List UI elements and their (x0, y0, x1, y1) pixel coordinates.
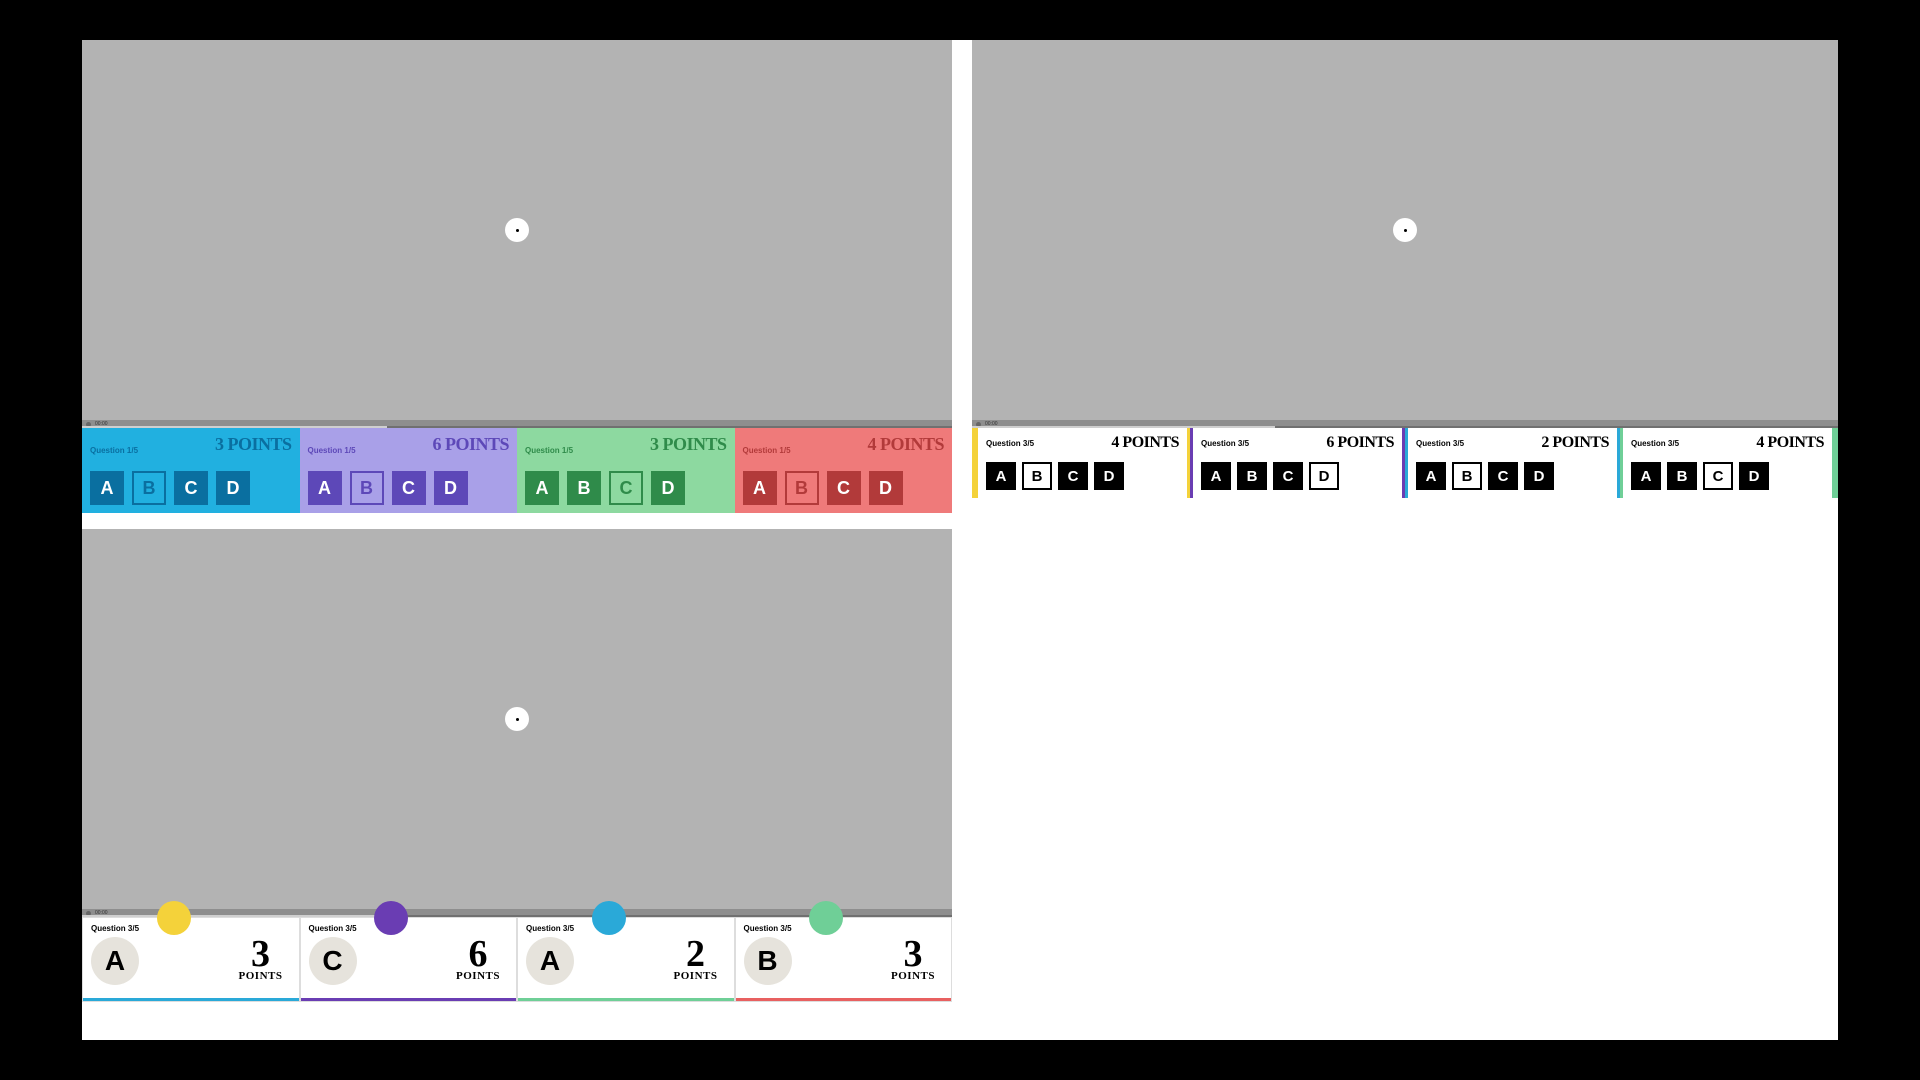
answer-button-a[interactable]: A (90, 471, 124, 505)
points-label: POINTS (239, 970, 283, 982)
points-label: POINTS (674, 970, 718, 982)
player-panels: Question 3/5A3POINTSQuestion 3/5C6POINTS… (82, 917, 952, 1002)
answer-button-a[interactable]: A (308, 471, 342, 505)
player-panel: Question 1/5 3 POINTS ABCD (82, 428, 300, 513)
play-icon[interactable] (505, 218, 529, 242)
video-area[interactable] (82, 529, 952, 909)
selected-answer-chip[interactable]: C (309, 937, 357, 985)
question-label: Question 3/5 (986, 439, 1034, 448)
question-label: Question 3/5 (1631, 439, 1679, 448)
player-panel: Question 3/5C6POINTS (300, 917, 518, 1002)
answer-button-d[interactable]: D (434, 471, 468, 505)
player-panels: Question 1/53 POINTSABCDQuestion 1/56 PO… (82, 428, 952, 513)
answer-button-d[interactable]: D (1524, 462, 1554, 490)
player-panel: Question 3/5B3POINTS (735, 917, 953, 1002)
points-value: 6 (469, 939, 488, 969)
selected-answer-chip[interactable]: A (91, 937, 139, 985)
underline-stripe (301, 998, 517, 1001)
points-label: 3 POINTS (215, 434, 292, 455)
video-area[interactable] (972, 40, 1838, 420)
answer-button-b[interactable]: B (1022, 462, 1052, 490)
answer-button-c[interactable]: C (1703, 462, 1733, 490)
player-panel: Question 1/5 3 POINTS ABCD (517, 428, 735, 513)
player-panels: Question 3/54 POINTSABCDQuestion 3/56 PO… (972, 428, 1838, 498)
question-label: Question 1/5 (743, 446, 791, 455)
points-label: POINTS (891, 970, 935, 982)
progress-bar[interactable] (82, 426, 952, 428)
answer-button-d[interactable]: D (869, 471, 903, 505)
answer-button-b[interactable]: B (1452, 462, 1482, 490)
answer-button-a[interactable]: A (525, 471, 559, 505)
player-panel: Question 3/5 4 POINTS ABCD (1617, 428, 1832, 498)
answer-button-d[interactable]: D (1309, 462, 1339, 490)
video-toolbar[interactable]: 00:00 (82, 420, 952, 428)
player-panel: Question 3/5 4 POINTS ABCD (972, 428, 1187, 498)
points-label: 4 POINTS (1111, 434, 1179, 452)
design-canvas: 00:00 Question 1/53 POINTSABCDQuestion 1… (82, 40, 1838, 1040)
mockup-variant-c: 00:00 Question 3/5A3POINTSQuestion 3/5C6… (82, 529, 952, 1002)
answer-button-c[interactable]: C (609, 471, 643, 505)
mockup-variant-b: 00:00 Question 3/54 POINTSABCDQuestion 3… (972, 40, 1838, 498)
answer-button-b[interactable]: B (785, 471, 819, 505)
answer-button-c[interactable]: C (1273, 462, 1303, 490)
answer-button-b[interactable]: B (567, 471, 601, 505)
player-panel: Question 3/5 6 POINTS ABCD (1187, 428, 1402, 498)
video-toolbar[interactable]: 00:00 (972, 420, 1838, 428)
answer-button-a[interactable]: A (986, 462, 1016, 490)
answer-button-c[interactable]: C (827, 471, 861, 505)
player-dot-icon (374, 901, 408, 935)
points-label: 6 POINTS (1326, 434, 1394, 452)
answer-button-b[interactable]: B (1237, 462, 1267, 490)
points-label: 3 POINTS (650, 434, 727, 455)
points-value: 3 (251, 939, 270, 969)
question-label: Question 3/5 (1201, 439, 1249, 448)
underline-stripe (518, 998, 734, 1001)
question-label: Question 1/5 (525, 446, 573, 455)
underline-stripe (736, 998, 952, 1001)
points-value: 2 (686, 939, 705, 969)
edge-stripe (1832, 428, 1838, 498)
points-label: POINTS (456, 970, 500, 982)
play-icon[interactable] (505, 707, 529, 731)
selected-answer-chip[interactable]: B (744, 937, 792, 985)
player-dot-icon (809, 901, 843, 935)
player-dot-icon (157, 901, 191, 935)
answer-button-a[interactable]: A (1201, 462, 1231, 490)
mockup-variant-a: 00:00 Question 1/53 POINTSABCDQuestion 1… (82, 40, 952, 513)
answer-button-a[interactable]: A (743, 471, 777, 505)
answer-button-b[interactable]: B (1667, 462, 1697, 490)
video-area[interactable] (82, 40, 952, 420)
answer-button-c[interactable]: C (1488, 462, 1518, 490)
question-label: Question 1/5 (90, 446, 138, 455)
answer-button-c[interactable]: C (174, 471, 208, 505)
player-dot-icon (592, 901, 626, 935)
question-label: Question 1/5 (308, 446, 356, 455)
answer-button-d[interactable]: D (216, 471, 250, 505)
points-label: 2 POINTS (1541, 434, 1609, 452)
answer-button-b[interactable]: B (132, 471, 166, 505)
points-label: 6 POINTS (432, 434, 509, 455)
player-panel: Question 3/5A2POINTS (517, 917, 735, 1002)
points-label: 4 POINTS (1756, 434, 1824, 452)
answer-button-d[interactable]: D (1094, 462, 1124, 490)
points-value: 3 (904, 939, 923, 969)
answer-button-c[interactable]: C (1058, 462, 1088, 490)
answer-button-c[interactable]: C (392, 471, 426, 505)
answer-button-b[interactable]: B (350, 471, 384, 505)
answer-button-a[interactable]: A (1416, 462, 1446, 490)
underline-stripe (83, 998, 299, 1001)
selected-answer-chip[interactable]: A (526, 937, 574, 985)
play-icon[interactable] (1393, 218, 1417, 242)
answer-button-a[interactable]: A (1631, 462, 1661, 490)
player-panel: Question 1/5 6 POINTS ABCD (300, 428, 518, 513)
player-panel: Question 3/5 2 POINTS ABCD (1402, 428, 1617, 498)
answer-button-d[interactable]: D (651, 471, 685, 505)
player-panel: Question 3/5A3POINTS (82, 917, 300, 1002)
points-label: 4 POINTS (867, 434, 944, 455)
question-label: Question 3/5 (1416, 439, 1464, 448)
player-panel: Question 1/5 4 POINTS ABCD (735, 428, 953, 513)
answer-button-d[interactable]: D (1739, 462, 1769, 490)
